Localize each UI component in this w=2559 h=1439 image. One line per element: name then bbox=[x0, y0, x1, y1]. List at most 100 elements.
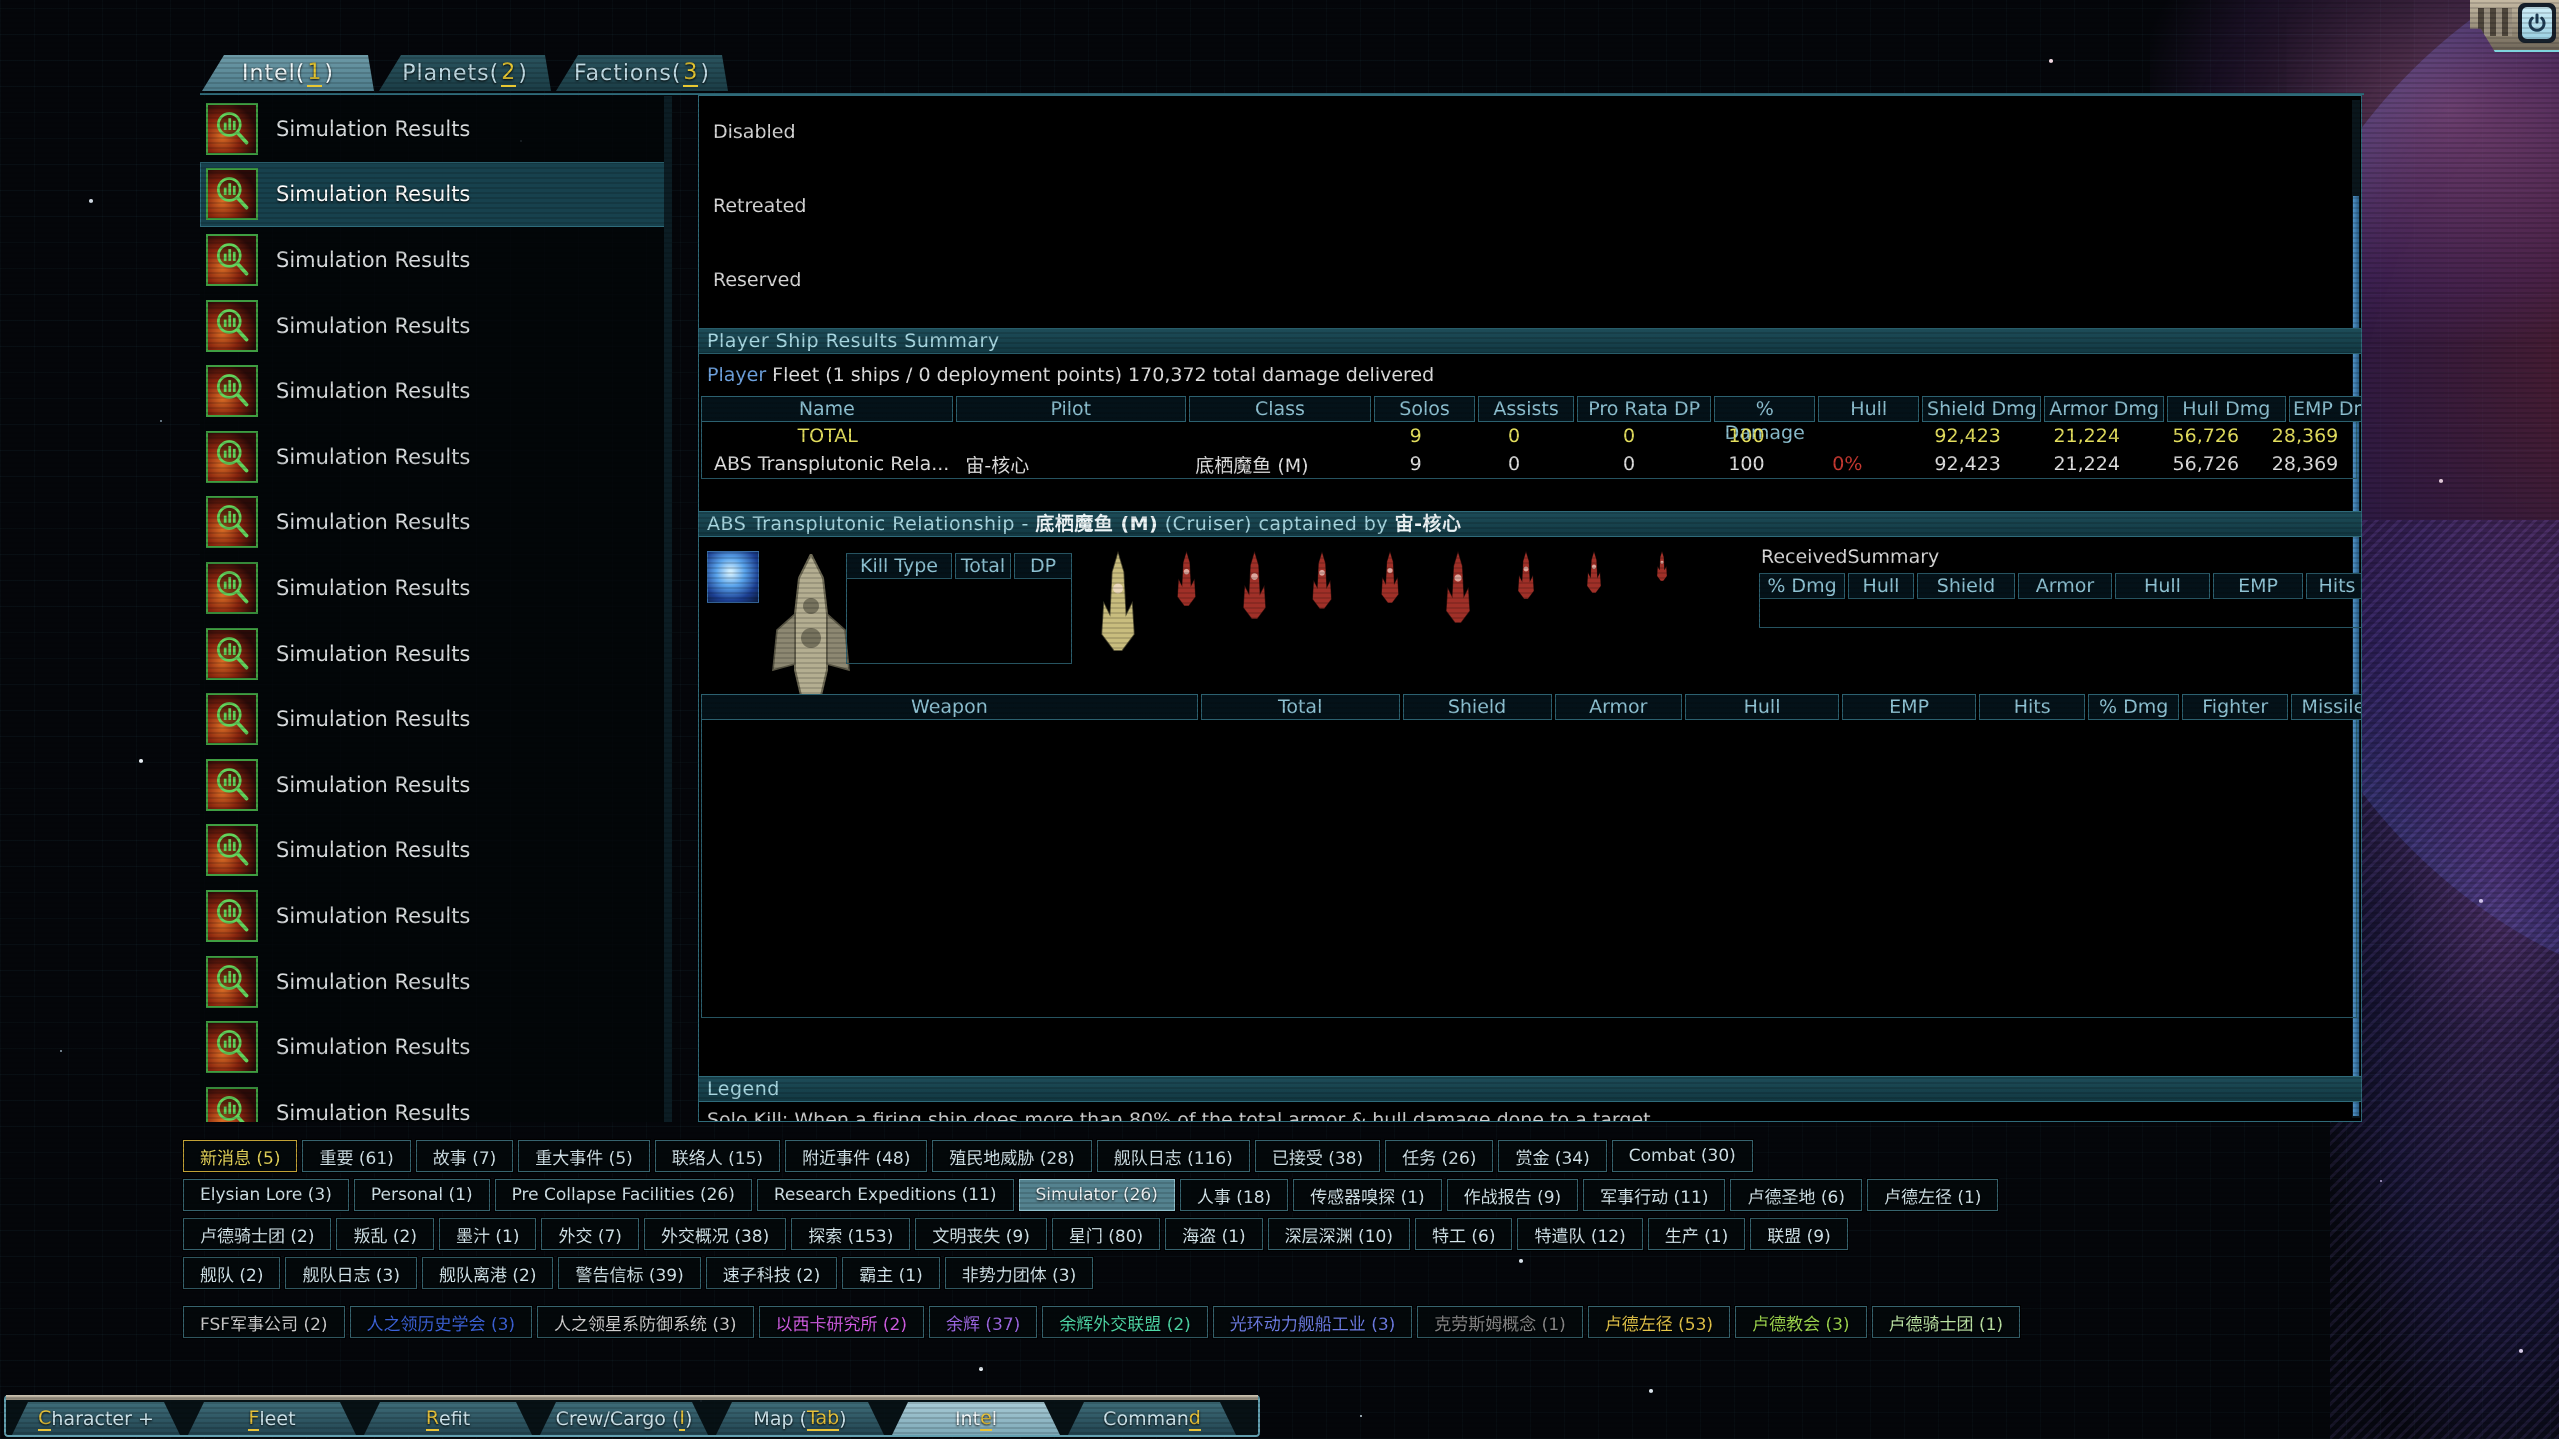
simulation-result-icon bbox=[206, 956, 258, 1008]
faction-filter-button[interactable]: 人之领历史学会 (3) bbox=[350, 1306, 532, 1338]
tag-filter-button[interactable]: 联盟 (9) bbox=[1750, 1218, 1847, 1250]
sidebar-scrollbar[interactable] bbox=[664, 96, 672, 1122]
sidebar-item-simulation-results[interactable]: Simulation Results bbox=[200, 752, 672, 818]
faction-filter-button[interactable]: 余辉外交联盟 (2) bbox=[1042, 1306, 1207, 1338]
faction-filter-button[interactable]: 克劳斯姆概念 (1) bbox=[1417, 1306, 1582, 1338]
tag-filter-button[interactable]: 舰队离港 (2) bbox=[422, 1257, 553, 1289]
tag-row: 卢德骑士团 (2)叛乱 (2)墨汁 (1)外交 (7)外交概况 (38)探索 (… bbox=[183, 1218, 2383, 1250]
tag-filter-button[interactable]: Combat (30) bbox=[1612, 1140, 1753, 1172]
faction-filter-button[interactable]: 余辉 (37) bbox=[929, 1306, 1037, 1338]
tag-filter-button[interactable]: 墨汁 (1) bbox=[439, 1218, 536, 1250]
tab-planets[interactable]: Planets (2) bbox=[379, 55, 551, 91]
tag-filter-button[interactable]: 舰队 (2) bbox=[183, 1257, 280, 1289]
command-button-map-tab-[interactable]: Map (Tab) bbox=[716, 1402, 884, 1435]
sidebar-item-simulation-results[interactable]: Simulation Results bbox=[200, 818, 672, 884]
tag-filter-button[interactable]: 联络人 (15) bbox=[655, 1140, 780, 1172]
tag-filter-button[interactable]: 卢德左径 (1) bbox=[1867, 1179, 1998, 1211]
tab-intel[interactable]: Intel (1) bbox=[202, 55, 374, 91]
command-button-fleet[interactable]: Fleet bbox=[188, 1402, 356, 1435]
command-button-character-[interactable]: Character + bbox=[12, 1402, 180, 1435]
enemy-ship-icon bbox=[1288, 551, 1356, 609]
column-header-dp: DP bbox=[1014, 553, 1072, 579]
faction-filter-button[interactable]: FSF军事公司 (2) bbox=[183, 1306, 345, 1338]
tag-filter-button[interactable]: 卢德圣地 (6) bbox=[1730, 1179, 1861, 1211]
tag-filter-button[interactable]: 重大事件 (5) bbox=[518, 1140, 649, 1172]
tag-filter-button[interactable]: 霸主 (1) bbox=[842, 1257, 939, 1289]
table-row bbox=[702, 801, 2356, 828]
simulation-result-icon bbox=[206, 234, 258, 286]
tag-filter-button[interactable]: 探索 (153) bbox=[791, 1218, 910, 1250]
tag-filter-button[interactable]: 外交概况 (38) bbox=[644, 1218, 786, 1250]
faction-filter-button[interactable]: 光环动力舰船工业 (3) bbox=[1213, 1306, 1412, 1338]
power-button[interactable] bbox=[2518, 3, 2556, 43]
tag-filter-button[interactable]: 星门 (80) bbox=[1052, 1218, 1160, 1250]
tag-filter-button[interactable]: 外交 (7) bbox=[541, 1218, 638, 1250]
tag-filter-button[interactable]: 殖民地威胁 (28) bbox=[932, 1140, 1091, 1172]
tag-filter-button[interactable]: 人事 (18) bbox=[1180, 1179, 1288, 1211]
tag-filter-button[interactable]: 军事行动 (11) bbox=[1583, 1179, 1725, 1211]
sidebar-item-simulation-results[interactable]: Simulation Results bbox=[200, 490, 672, 556]
sidebar-item-simulation-results[interactable]: Simulation Results bbox=[200, 686, 672, 752]
sidebar-item-simulation-results[interactable]: Simulation Results bbox=[200, 424, 672, 490]
tag-filter-button[interactable]: 传感器嗅探 (1) bbox=[1293, 1179, 1441, 1211]
tag-filter-button[interactable]: 叛乱 (2) bbox=[336, 1218, 433, 1250]
tag-filter-button[interactable]: 深层深渊 (10) bbox=[1268, 1218, 1410, 1250]
tag-filter-button[interactable]: 舰队日志 (116) bbox=[1097, 1140, 1250, 1172]
tag-filter-button[interactable]: 特工 (6) bbox=[1415, 1218, 1512, 1250]
player-ship-results-table: NamePilotClassSolosAssistsPro Rata DP% D… bbox=[701, 396, 2357, 479]
faction-filter-button[interactable]: 卢德左径 (53) bbox=[1588, 1306, 1730, 1338]
table-row bbox=[702, 909, 2356, 936]
tag-filter-button[interactable]: 任务 (26) bbox=[1385, 1140, 1493, 1172]
sidebar-item-simulation-results[interactable]: Simulation Results bbox=[200, 555, 672, 621]
faction-filter-button[interactable]: 卢德骑士团 (1) bbox=[1872, 1306, 2020, 1338]
command-button-command[interactable]: Command bbox=[1068, 1402, 1236, 1435]
command-button-intel[interactable]: Intel bbox=[892, 1402, 1060, 1435]
column-header--dmg: % Dmg bbox=[1759, 573, 1845, 599]
tag-filter-button[interactable]: 海盗 (1) bbox=[1165, 1218, 1262, 1250]
tag-filter-button[interactable]: Pre Collapse Facilities (26) bbox=[495, 1179, 752, 1211]
command-label-post: haracter + bbox=[51, 1408, 154, 1430]
sidebar-item-label: Simulation Results bbox=[276, 838, 470, 862]
sidebar-item-simulation-results[interactable]: Simulation Results bbox=[200, 358, 672, 424]
sidebar-item-simulation-results[interactable]: Simulation Results bbox=[200, 621, 672, 687]
sidebar-item-simulation-results[interactable]: Simulation Results bbox=[200, 949, 672, 1015]
tag-filter-button[interactable]: 赏金 (34) bbox=[1498, 1140, 1606, 1172]
tag-filter-button[interactable]: 警告信标 (39) bbox=[558, 1257, 700, 1289]
tag-filter-button[interactable]: Elysian Lore (3) bbox=[183, 1179, 349, 1211]
sidebar-item-simulation-results[interactable]: Simulation Results bbox=[200, 883, 672, 949]
command-button-crew-cargo-i-[interactable]: Crew/Cargo (I) bbox=[540, 1402, 708, 1435]
tag-filter-button[interactable]: 附近事件 (48) bbox=[785, 1140, 927, 1172]
faction-filter-button[interactable]: 卢德教会 (3) bbox=[1735, 1306, 1866, 1338]
tag-filter-button[interactable]: 舰队日志 (3) bbox=[285, 1257, 416, 1289]
tag-filter-button[interactable]: 特遣队 (12) bbox=[1517, 1218, 1642, 1250]
tab-factions[interactable]: Factions (3) bbox=[556, 55, 728, 91]
intel-tag-filters: 新消息 (5)重要 (61)故事 (7)重大事件 (5)联络人 (15)附近事件… bbox=[183, 1140, 2383, 1345]
tag-filter-button[interactable]: 生产 (1) bbox=[1648, 1218, 1745, 1250]
sidebar-item-simulation-results[interactable]: Simulation Results bbox=[200, 227, 672, 293]
tag-filter-button[interactable]: 重要 (61) bbox=[302, 1140, 410, 1172]
sidebar-item-simulation-results[interactable]: Simulation Results bbox=[200, 293, 672, 359]
sidebar-item-simulation-results[interactable]: Simulation Results bbox=[200, 1014, 672, 1080]
ship-section-header: ABS Transplutonic Relationship - 底栖魔鱼 (M… bbox=[699, 511, 2361, 537]
table-cell: 0 bbox=[1562, 425, 1696, 447]
tag-filter-button[interactable]: Simulator (26) bbox=[1019, 1179, 1175, 1211]
tag-filter-button[interactable]: Personal (1) bbox=[354, 1179, 490, 1211]
tag-filter-button[interactable]: 已接受 (38) bbox=[1255, 1140, 1380, 1172]
sidebar-item-simulation-results[interactable]: Simulation Results bbox=[200, 1080, 672, 1122]
column-header-shield: Shield bbox=[1917, 573, 2015, 599]
tag-filter-button[interactable]: 作战报告 (9) bbox=[1447, 1179, 1578, 1211]
sidebar-item-simulation-results[interactable]: Simulation Results bbox=[200, 162, 672, 228]
tag-filter-button[interactable]: Research Expeditions (11) bbox=[757, 1179, 1014, 1211]
column-header-hits: Hits bbox=[1979, 694, 2085, 720]
sidebar-item-simulation-results[interactable]: Simulation Results bbox=[200, 96, 672, 162]
tag-filter-button[interactable]: 卢德骑士团 (2) bbox=[183, 1218, 331, 1250]
tag-filter-button[interactable]: 速子科技 (2) bbox=[706, 1257, 837, 1289]
tag-filter-button[interactable]: 文明丧失 (9) bbox=[915, 1218, 1046, 1250]
tag-filter-button[interactable]: 故事 (7) bbox=[416, 1140, 513, 1172]
faction-filter-button[interactable]: 以西卡研究所 (2) bbox=[759, 1306, 924, 1338]
command-button-refit[interactable]: Refit bbox=[364, 1402, 532, 1435]
tag-filter-button[interactable]: 非势力团体 (3) bbox=[945, 1257, 1093, 1289]
tag-filter-button[interactable]: 新消息 (5) bbox=[183, 1140, 297, 1172]
faction-filter-button[interactable]: 人之领星系防御系统 (3) bbox=[537, 1306, 753, 1338]
table-cell: ABS Transplutonic Rela... bbox=[702, 453, 953, 475]
